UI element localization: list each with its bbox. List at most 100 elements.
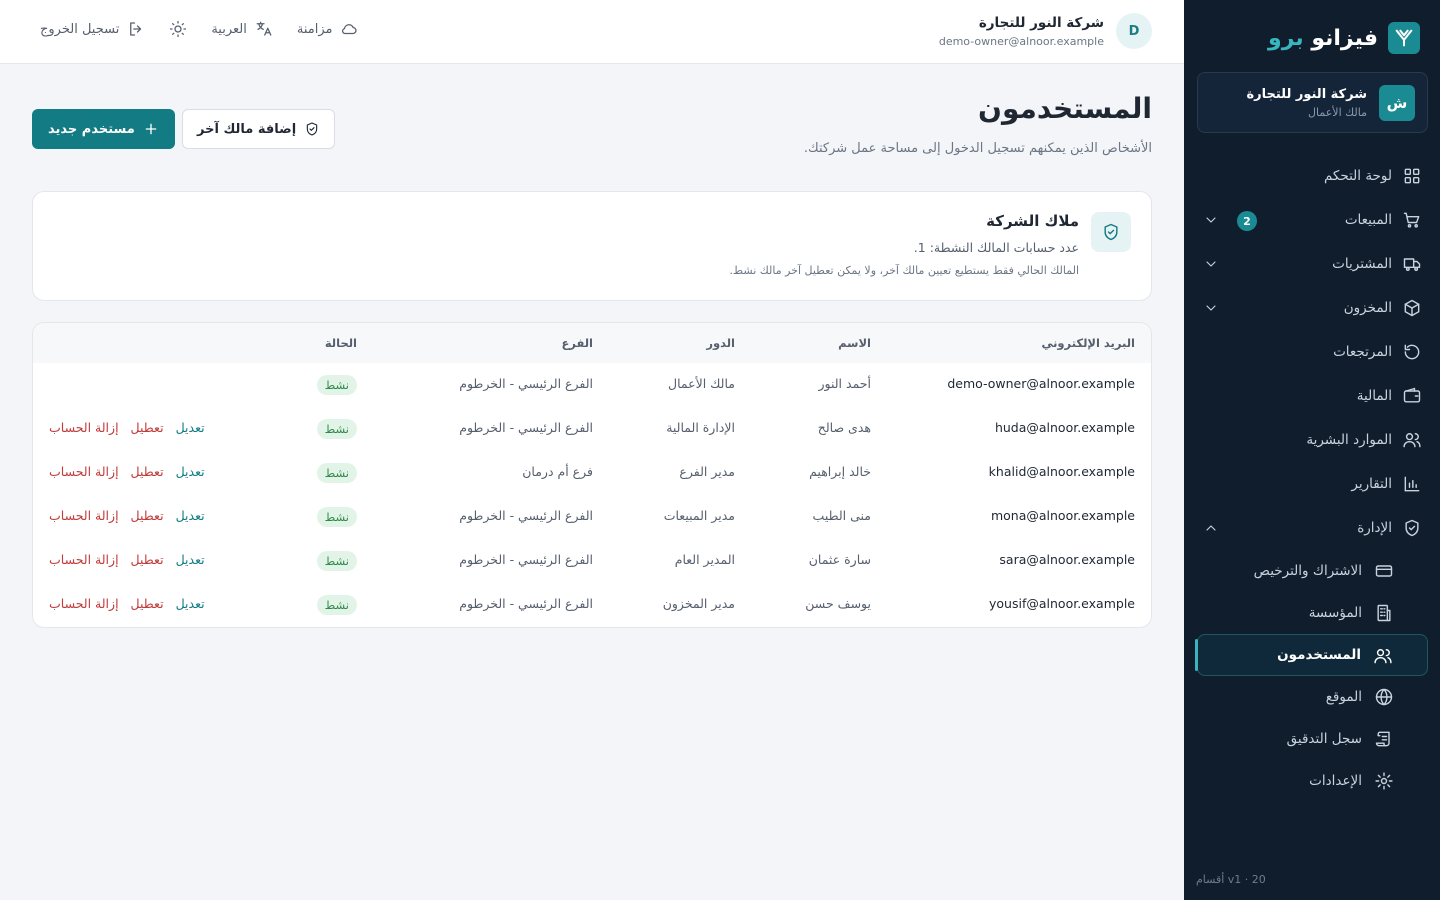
shield-check-icon [1405,519,1419,537]
user-email-cell: yousif@alnoor.example [989,596,1135,611]
nav-label: المالية [1356,388,1392,404]
nav-item-audit[interactable]: سجل التدقيق [1197,718,1428,760]
plus-icon [145,123,157,135]
user-branch-cell: فرع أم درمان [522,464,593,479]
nav-item-settings[interactable]: الإعدادات [1197,760,1428,802]
edit-link[interactable]: تعديل [176,464,205,479]
nav-label: الموارد البشرية [1306,432,1392,448]
brand-name-accent: برو [1268,25,1304,51]
new-user-button[interactable]: مستخدم جديد [32,109,175,149]
theme-toggle-button[interactable] [169,20,187,38]
sun-icon [170,20,187,38]
user-branch-cell: الفرع الرئيسي - الخرطوم [459,376,593,391]
sidebar: فيزانو برو ش شركة النور للتجارة مالك الأ… [1184,0,1440,900]
add-owner-label: إضافة مالك آخر [197,121,297,137]
table-row: mona@alnoor.example منى الطيب مدير المبي… [33,495,1151,539]
nav-item-website[interactable]: الموقع [1197,676,1428,718]
edit-link[interactable]: تعديل [176,508,205,523]
disable-link[interactable]: تعطيل [131,464,164,479]
logout-button[interactable]: تسجيل الخروج [40,20,145,38]
version-info: v1 · 20 أقسام [1196,873,1266,886]
remove-account-link[interactable]: إزالة الحساب [49,464,119,479]
page-subtitle: الأشخاص الذين يمكنهم تسجيل الدخول إلى مس… [803,141,1152,156]
user-branch-cell: الفرع الرئيسي - الخرطوم [459,420,593,435]
row-actions: إزالة الحساب تعطيل تعديل [49,596,205,611]
chevron-down-icon[interactable] [1203,300,1219,316]
language-button[interactable]: العربية [211,20,273,38]
nav-item-finance[interactable]: المالية [1197,374,1428,418]
grid-icon [1404,168,1420,184]
chevron-up-icon[interactable] [1203,520,1219,536]
column-header-name[interactable]: الاسم [838,336,871,350]
user-role-cell: الإدارة المالية [666,420,735,435]
nav-item-hr[interactable]: الموارد البشرية [1197,418,1428,462]
nav-label: الاشتراك والترخيص [1253,563,1362,579]
page-title: المستخدمون [978,92,1152,125]
nav-item-inventory[interactable]: المخزون [1197,286,1428,330]
brand[interactable]: فيزانو برو [1268,22,1420,54]
nav-item-purchases[interactable]: المشتريات [1197,242,1428,286]
nav-label: المشتريات [1332,256,1392,272]
disable-link[interactable]: تعطيل [131,552,164,567]
user-name-cell: أحمد النور [818,376,871,391]
user-company: شركة النور للتجارة [978,14,1104,31]
shield-check-icon [306,122,318,136]
row-actions: إزالة الحساب تعطيل تعديل [49,464,205,479]
user-email: demo-owner@alnoor.example [938,34,1104,48]
scroll-icon [1375,731,1390,747]
remove-account-link[interactable]: إزالة الحساب [49,552,119,567]
edit-link[interactable]: تعديل [176,420,205,435]
nav-item-users[interactable]: المستخدمون [1195,634,1428,676]
row-actions: إزالة الحساب تعطيل تعديل [49,420,205,435]
status-badge: نشط [316,551,357,571]
owners-title: ملاك الشركة [986,212,1079,230]
brand-name: فيزانو برو [1268,26,1378,51]
table-row: khalid@alnoor.example خالد إبراهيم مدير … [33,451,1151,495]
column-header-branch[interactable]: الفرع [561,336,593,350]
edit-link[interactable]: تعديل [176,596,205,611]
user-email-cell: sara@alnoor.example [999,552,1135,567]
disable-link[interactable]: تعطيل [131,420,164,435]
remove-account-link[interactable]: إزالة الحساب [49,596,119,611]
user-role-cell: مدير الفرع [679,464,735,479]
nav-item-returns[interactable]: المرتجعات [1197,330,1428,374]
user-name-cell: سارة عثمان [808,552,871,567]
status-badge: نشط [316,595,357,615]
user-branch-cell: الفرع الرئيسي - الخرطوم [459,508,593,523]
bar-chart-icon [1404,476,1420,492]
chevron-down-icon[interactable] [1203,212,1219,228]
owners-card: ملاك الشركة عدد حسابات المالك النشطة: 1.… [32,191,1152,301]
nav-item-organization[interactable]: المؤسسة [1197,592,1428,634]
column-header-email[interactable]: البريد الإلكتروني [1041,336,1135,350]
topbar: D شركة النور للتجارة demo-owner@alnoor.e… [0,0,1184,64]
chevron-down-icon[interactable] [1203,256,1219,272]
nav-item-sales[interactable]: المبيعات 2 [1197,198,1428,242]
language-label: العربية [211,21,247,37]
brand-name-main: فيزانو [1311,25,1378,51]
org-switcher[interactable]: ش شركة النور للتجارة مالك الأعمال [1197,72,1428,133]
org-avatar: ش [1379,84,1415,121]
user-email-cell: mona@alnoor.example [990,508,1135,523]
add-owner-button[interactable]: إضافة مالك آخر [182,109,336,149]
remove-account-link[interactable]: إزالة الحساب [49,508,119,523]
building-icon [1377,604,1391,622]
nav-label: الإدارة [1357,520,1392,536]
nav-item-subscription[interactable]: الاشتراك والترخيص [1197,550,1428,592]
disable-link[interactable]: تعطيل [131,508,164,523]
remove-account-link[interactable]: إزالة الحساب [49,420,119,435]
user-name-cell: خالد إبراهيم [809,464,871,479]
column-header-status[interactable]: الحالة [325,336,357,350]
nav-item-reports[interactable]: التقارير [1197,462,1428,506]
sync-button[interactable]: مزامنة [297,20,359,38]
nav-label: المستخدمون [1277,647,1361,663]
nav-item-admin[interactable]: الإدارة [1197,506,1428,550]
gear-icon [1375,772,1393,790]
nav-item-dashboard[interactable]: لوحة التحكم [1197,154,1428,198]
disable-link[interactable]: تعطيل [131,596,164,611]
edit-link[interactable]: تعديل [176,552,205,567]
logout-icon [130,22,142,36]
user-menu[interactable]: D شركة النور للتجارة demo-owner@alnoor.e… [939,13,1152,49]
column-header-role[interactable]: الدور [706,336,735,350]
status-badge: نشط [316,375,357,395]
row-actions: إزالة الحساب تعطيل تعديل [49,552,205,567]
